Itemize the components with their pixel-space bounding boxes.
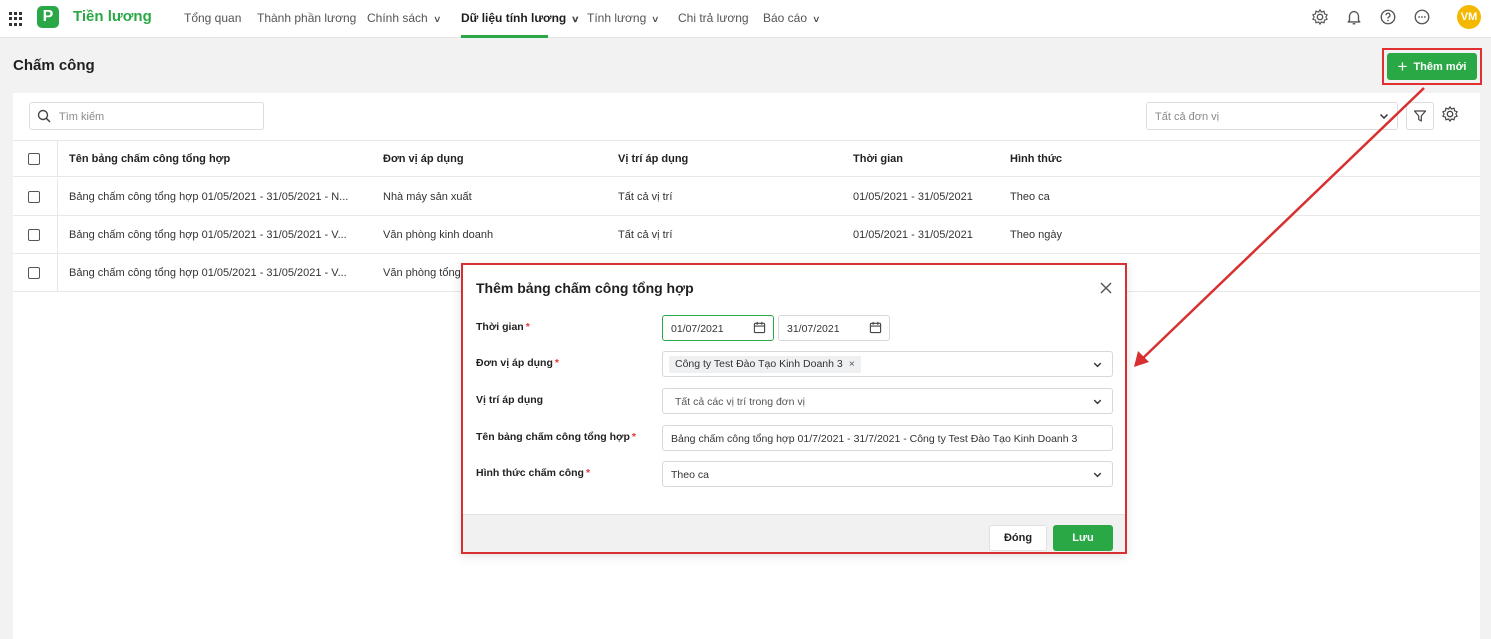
page-title: Chấm công <box>13 57 95 74</box>
position-label: Vị trí áp dụng <box>476 394 544 406</box>
filter-icon <box>1413 110 1427 122</box>
column-settings-icon[interactable] <box>1441 105 1459 123</box>
remove-chip-icon[interactable]: × <box>849 358 855 370</box>
search-icon <box>37 109 51 123</box>
column-header-time[interactable]: Thời gian <box>853 153 903 165</box>
cell-type: Theo ngày <box>1010 229 1062 241</box>
chevron-down-icon <box>1093 362 1102 368</box>
settings-icon[interactable] <box>1311 8 1329 26</box>
chevron-down-icon <box>1093 399 1102 405</box>
timesheet-name-label: Tên bảng chấm công tổng hợp * <box>476 431 636 443</box>
close-icon[interactable] <box>1099 281 1113 295</box>
filter-button[interactable] <box>1406 102 1434 130</box>
unit-chip: Công ty Test Đào Tạo Kinh Doanh 3 × <box>669 356 861 373</box>
cell-name[interactable]: Bảng chấm công tổng hợp 01/05/2021 - 31/… <box>69 267 347 279</box>
table-row[interactable]: Bảng chấm công tổng hợp 01/05/2021 - 31/… <box>13 178 1480 216</box>
column-header-type[interactable]: Hình thức <box>1010 153 1062 165</box>
timekeeping-type-select[interactable]: Theo ca <box>662 461 1113 487</box>
nav-item-reports[interactable]: Báo cáo ∨ <box>763 11 821 25</box>
column-divider <box>57 254 58 291</box>
chevron-down-icon: ∨ <box>432 14 442 24</box>
cell-unit: Văn phòng tổng <box>383 267 461 279</box>
user-avatar[interactable]: VM <box>1457 5 1481 29</box>
cell-type: Theo ca <box>1010 191 1050 203</box>
row-checkbox[interactable] <box>28 229 40 241</box>
nav-item-payment[interactable]: Chi trả lương <box>678 11 749 25</box>
table-header: Tên bảng chấm công tổng hợp Đơn vị áp dụ… <box>13 140 1480 177</box>
column-header-position[interactable]: Vị trí áp dụng <box>618 153 688 165</box>
date-from-field[interactable]: 01/07/2021 <box>662 315 774 341</box>
bell-icon[interactable] <box>1345 8 1363 26</box>
dialog-title: Thêm bảng chấm công tổng hợp <box>476 280 694 296</box>
nav-item-policy[interactable]: Chính sách ∨ <box>367 11 442 25</box>
chevron-down-icon: ∨ <box>571 14 580 24</box>
apps-grid-icon[interactable] <box>9 12 23 26</box>
table-row[interactable]: Bảng chấm công tổng hợp 01/05/2021 - 31/… <box>13 216 1480 254</box>
calendar-icon[interactable] <box>753 321 766 334</box>
column-divider <box>57 141 58 176</box>
date-to-field[interactable]: 31/07/2021 <box>778 315 890 341</box>
cell-position: Tất cả vị trí <box>618 191 673 203</box>
active-tab-indicator <box>461 35 548 38</box>
nav-item-salary-components[interactable]: Thành phần lương <box>257 11 356 25</box>
more-icon[interactable] <box>1413 8 1431 26</box>
row-checkbox[interactable] <box>28 267 40 279</box>
unit-label: Đơn vị áp dụng * <box>476 357 559 369</box>
chevron-down-icon <box>1379 113 1389 120</box>
unit-filter-select[interactable]: Tất cả đơn vị <box>1146 102 1398 130</box>
add-new-button[interactable]: + Thêm mới <box>1387 53 1477 80</box>
nav-item-payroll-calc[interactable]: Tính lương ∨ <box>587 11 660 25</box>
cell-unit: Văn phòng kinh doanh <box>383 229 494 241</box>
cell-name[interactable]: Bảng chấm công tổng hợp 01/05/2021 - 31/… <box>69 229 347 241</box>
cell-time: 01/05/2021 - 31/05/2021 <box>853 229 973 241</box>
save-button[interactable]: Lưu <box>1053 525 1113 551</box>
column-divider <box>57 178 58 215</box>
help-icon[interactable] <box>1379 8 1397 26</box>
search-input[interactable]: Tìm kiếm <box>29 102 264 130</box>
row-checkbox[interactable] <box>28 191 40 203</box>
cell-name[interactable]: Bảng chấm công tổng hợp 01/05/2021 - 31/… <box>69 191 348 203</box>
column-header-unit[interactable]: Đơn vị áp dụng <box>383 153 464 165</box>
top-navbar: P Tiền lương Tổng quan Thành phần lương … <box>0 0 1491 38</box>
cell-unit: Nhà máy sản xuất <box>383 191 472 203</box>
app-logo[interactable]: P <box>37 6 59 28</box>
chevron-down-icon: ∨ <box>651 14 660 24</box>
nav-item-payroll-data[interactable]: Dữ liệu tính lương ∨ <box>461 11 580 25</box>
cell-time: 01/05/2021 - 31/05/2021 <box>853 191 973 203</box>
column-header-name[interactable]: Tên bảng chấm công tổng hợp <box>69 153 230 165</box>
plus-icon: + <box>1397 57 1408 76</box>
close-button[interactable]: Đóng <box>989 525 1047 551</box>
time-label: Thời gian * <box>476 321 530 333</box>
cell-position: Tất cả vị trí <box>618 229 673 241</box>
select-all-checkbox[interactable] <box>28 153 40 165</box>
chevron-down-icon: ∨ <box>812 14 821 24</box>
calendar-icon[interactable] <box>869 321 882 334</box>
add-timesheet-dialog: Thêm bảng chấm công tổng hợp Thời gian * … <box>461 263 1127 554</box>
timekeeping-type-label: Hình thức chấm công * <box>476 467 591 479</box>
nav-item-overview[interactable]: Tổng quan <box>184 11 241 25</box>
unit-select[interactable]: Công ty Test Đào Tạo Kinh Doanh 3 × <box>662 351 1113 377</box>
position-select[interactable]: Tất cả các vị trí trong đơn vị <box>662 388 1113 414</box>
column-divider <box>57 216 58 253</box>
app-name[interactable]: Tiền lương <box>73 8 152 25</box>
chevron-down-icon <box>1093 472 1102 478</box>
timesheet-name-field[interactable]: Bảng chấm công tổng hợp 01/7/2021 - 31/7… <box>662 425 1113 451</box>
